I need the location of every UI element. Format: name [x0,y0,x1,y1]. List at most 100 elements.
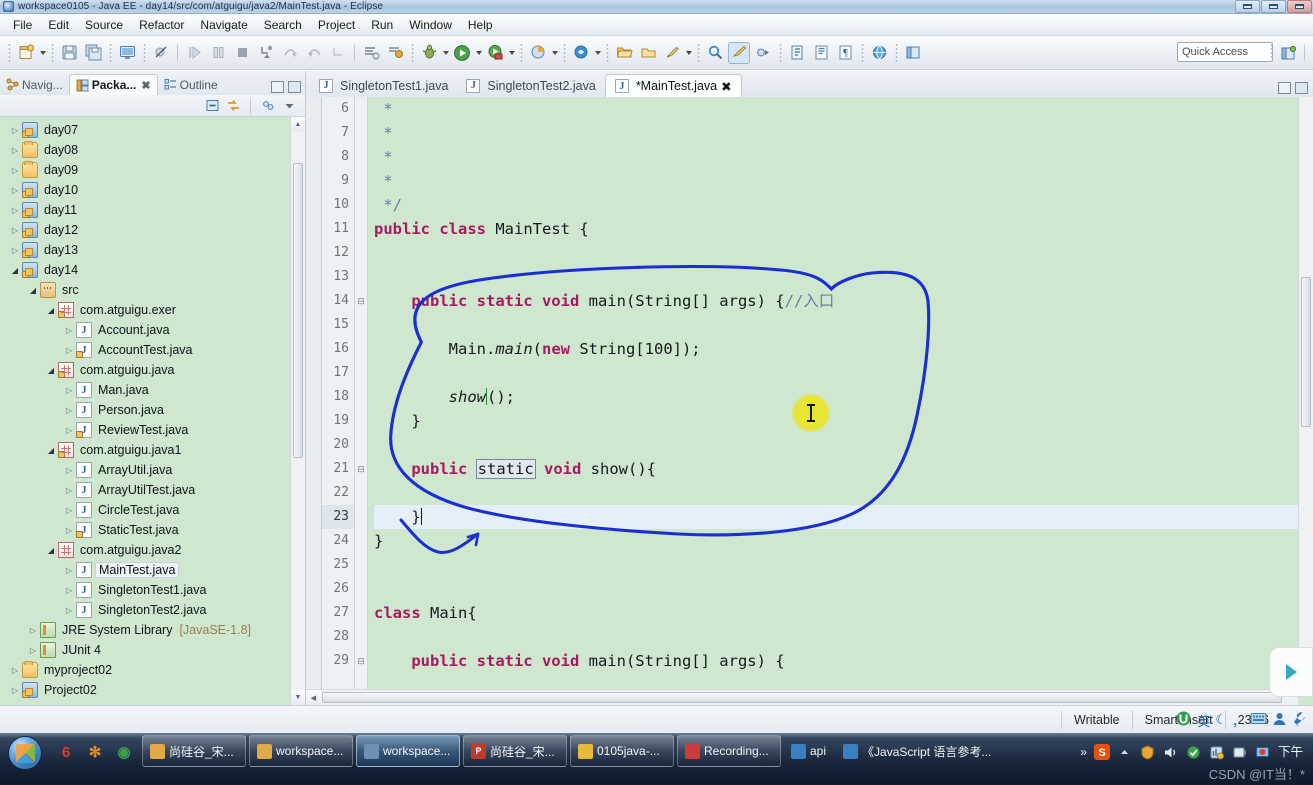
terminate-icon[interactable] [231,42,253,64]
chevron-right-icon[interactable]: ▷ [62,326,76,335]
chevron-right-icon[interactable]: ▷ [8,226,22,235]
editor-horizontal-scrollbar[interactable]: ◀ [306,689,1298,705]
chevron-right-icon[interactable]: ▷ [8,206,22,215]
close-icon[interactable]: ✖ [721,79,731,94]
menu-item-edit[interactable]: Edit [40,15,77,35]
tree-item-day13[interactable]: ▷ day13 [0,240,305,260]
chevron-right-icon[interactable]: ▷ [62,526,76,535]
new-package-icon[interactable] [637,42,659,64]
save-all-icon[interactable] [82,42,104,64]
action-center-icon[interactable] [1209,744,1225,760]
toolbar-grip[interactable] [7,41,11,64]
debug-icon[interactable] [418,42,440,64]
tree-item-com-atguigu-java2[interactable]: ◢ com.atguigu.java2 [0,540,305,560]
step-return-icon[interactable] [303,42,325,64]
tree-item-accounttest-java[interactable]: ▷ AccountTest.java [0,340,305,360]
editor-scroll-thumb[interactable] [1301,277,1311,427]
360-browser-icon[interactable]: 6 [56,742,76,762]
chevron-right-icon[interactable]: ▷ [62,566,76,575]
coverage-icon[interactable] [527,42,549,64]
new-icon[interactable] [15,42,37,64]
taskbar-item-6[interactable]: api [784,735,833,767]
run-last-icon[interactable] [484,42,506,64]
tree-item-reviewtest-java[interactable]: ▷ ReviewTest.java [0,420,305,440]
tree-item-arrayutil-java[interactable]: ▷ ArrayUtil.java [0,460,305,480]
chrome-icon[interactable]: ◉ [114,742,134,762]
minimize-view-button[interactable] [271,81,284,93]
user-icon[interactable] [1272,711,1287,729]
run-dropdown-icon[interactable] [474,42,483,64]
new-class-dropdown-icon[interactable] [684,42,693,64]
wrench-icon[interactable] [1292,711,1307,729]
fold-collapse-icon[interactable]: ⊟ [355,649,367,673]
update-icon[interactable] [1186,744,1202,760]
chevron-right-icon[interactable]: ▷ [62,586,76,595]
open-type-icon[interactable] [786,42,808,64]
taskbar-clock[interactable]: 下午 [1278,745,1307,759]
tree-item-junit-4[interactable]: ▷ JUnit 4 [0,640,305,660]
view-tab-1[interactable]: Packa... ✖ [68,74,158,95]
tree-item-project02[interactable]: ▷ Project02 [0,680,305,700]
coverage-dropdown-icon[interactable] [550,42,559,64]
tree-scroll-up-icon[interactable]: ▲ [291,117,305,132]
tree-item-person-java[interactable]: ▷ Person.java [0,400,305,420]
chevron-right-icon[interactable]: ▷ [62,386,76,395]
tree-item-day11[interactable]: ▷ day11 [0,200,305,220]
chevron-right-icon[interactable]: ▷ [62,426,76,435]
volume-icon[interactable] [1163,744,1179,760]
chevron-right-icon[interactable]: ▷ [8,146,22,155]
chevron-right-icon[interactable]: ▷ [62,346,76,355]
ime-language-label[interactable]: 英 [1197,711,1210,730]
maximize-view-button[interactable] [288,81,301,93]
editor-tab-0[interactable]: SingletonTest1.java [310,74,457,97]
chevron-right-icon[interactable]: ▷ [62,606,76,615]
chevron-down-icon[interactable]: ◢ [44,446,58,455]
taskbar-item-1[interactable]: workspace... [249,735,353,767]
source-editor[interactable]: 6 7 8 9 10 11 12 13 14 15 16 17 18 19 20 21 22 23 24 25 26 27… [306,97,1313,705]
open-perspective-icon[interactable] [902,42,924,64]
security-icon[interactable] [1140,744,1156,760]
annotation-ruler[interactable] [306,97,322,705]
drop-to-frame-icon[interactable] [327,42,349,64]
tree-item-myproject02[interactable]: ▷ myproject02 [0,660,305,680]
tree-item-circletest-java[interactable]: ▷ CircleTest.java [0,500,305,520]
tree-item-jre-system-library[interactable]: ▷ JRE System Library [JavaSE-1.8] [0,620,305,640]
tree-item-maintest-java[interactable]: ▷ MainTest.java [0,560,305,580]
chevron-right-icon[interactable]: ▷ [8,126,22,135]
chevron-right-icon[interactable]: ▷ [8,666,22,675]
firefox-icon[interactable]: ✻ [85,742,105,762]
taskbar-item-4[interactable]: 0105java-... [570,735,674,767]
sogou-logo-icon[interactable] [1175,710,1192,730]
tree-scroll-down-icon[interactable]: ▼ [291,690,305,705]
keyboard-icon[interactable] [1250,712,1267,728]
tree-item-day14[interactable]: ◢ day14 [0,260,305,280]
external-tools-icon[interactable] [570,42,592,64]
chevron-right-icon[interactable]: ▷ [62,506,76,515]
search-icon[interactable] [704,42,726,64]
view-tab-0[interactable]: Navig... [0,74,69,95]
tree-item-day08[interactable]: ▷ day08 [0,140,305,160]
tree-item-day12[interactable]: ▷ day12 [0,220,305,240]
debug-tools-icon[interactable] [384,42,406,64]
fold-collapse-icon[interactable]: ⊟ [355,457,367,481]
code-content[interactable]: * * * * */ public class MainTest { public… [368,97,1313,705]
taskbar-item-0[interactable]: 尚硅谷_宋... [142,735,246,767]
tree-item-com-atguigu-exer[interactable]: ◢ com.atguigu.exer [0,300,305,320]
taskbar-item-5[interactable]: Recording... [677,735,781,767]
menu-item-navigate[interactable]: Navigate [192,15,255,35]
chevron-right-icon[interactable]: ▷ [62,406,76,415]
chevron-right-icon[interactable]: ▷ [8,246,22,255]
collapse-all-icon[interactable] [204,98,220,114]
tree-item-singletontest2-java[interactable]: ▷ SingletonTest2.java [0,600,305,620]
folding-ruler[interactable]: ⊟ ⊟ ⊟ [355,97,368,705]
chevron-right-icon[interactable]: ▷ [8,186,22,195]
chevron-right-icon[interactable]: ▷ [8,166,22,175]
tree-item-man-java[interactable]: ▷ Man.java [0,380,305,400]
display-icon[interactable] [1255,744,1271,760]
show-whitespace-icon[interactable] [810,42,832,64]
chevron-right-icon[interactable]: ▷ [62,466,76,475]
debug-dropdown-icon[interactable] [441,42,450,64]
next-annotation-icon[interactable] [752,42,774,64]
run-last-dropdown-icon[interactable] [507,42,516,64]
resume-icon[interactable] [183,42,205,64]
